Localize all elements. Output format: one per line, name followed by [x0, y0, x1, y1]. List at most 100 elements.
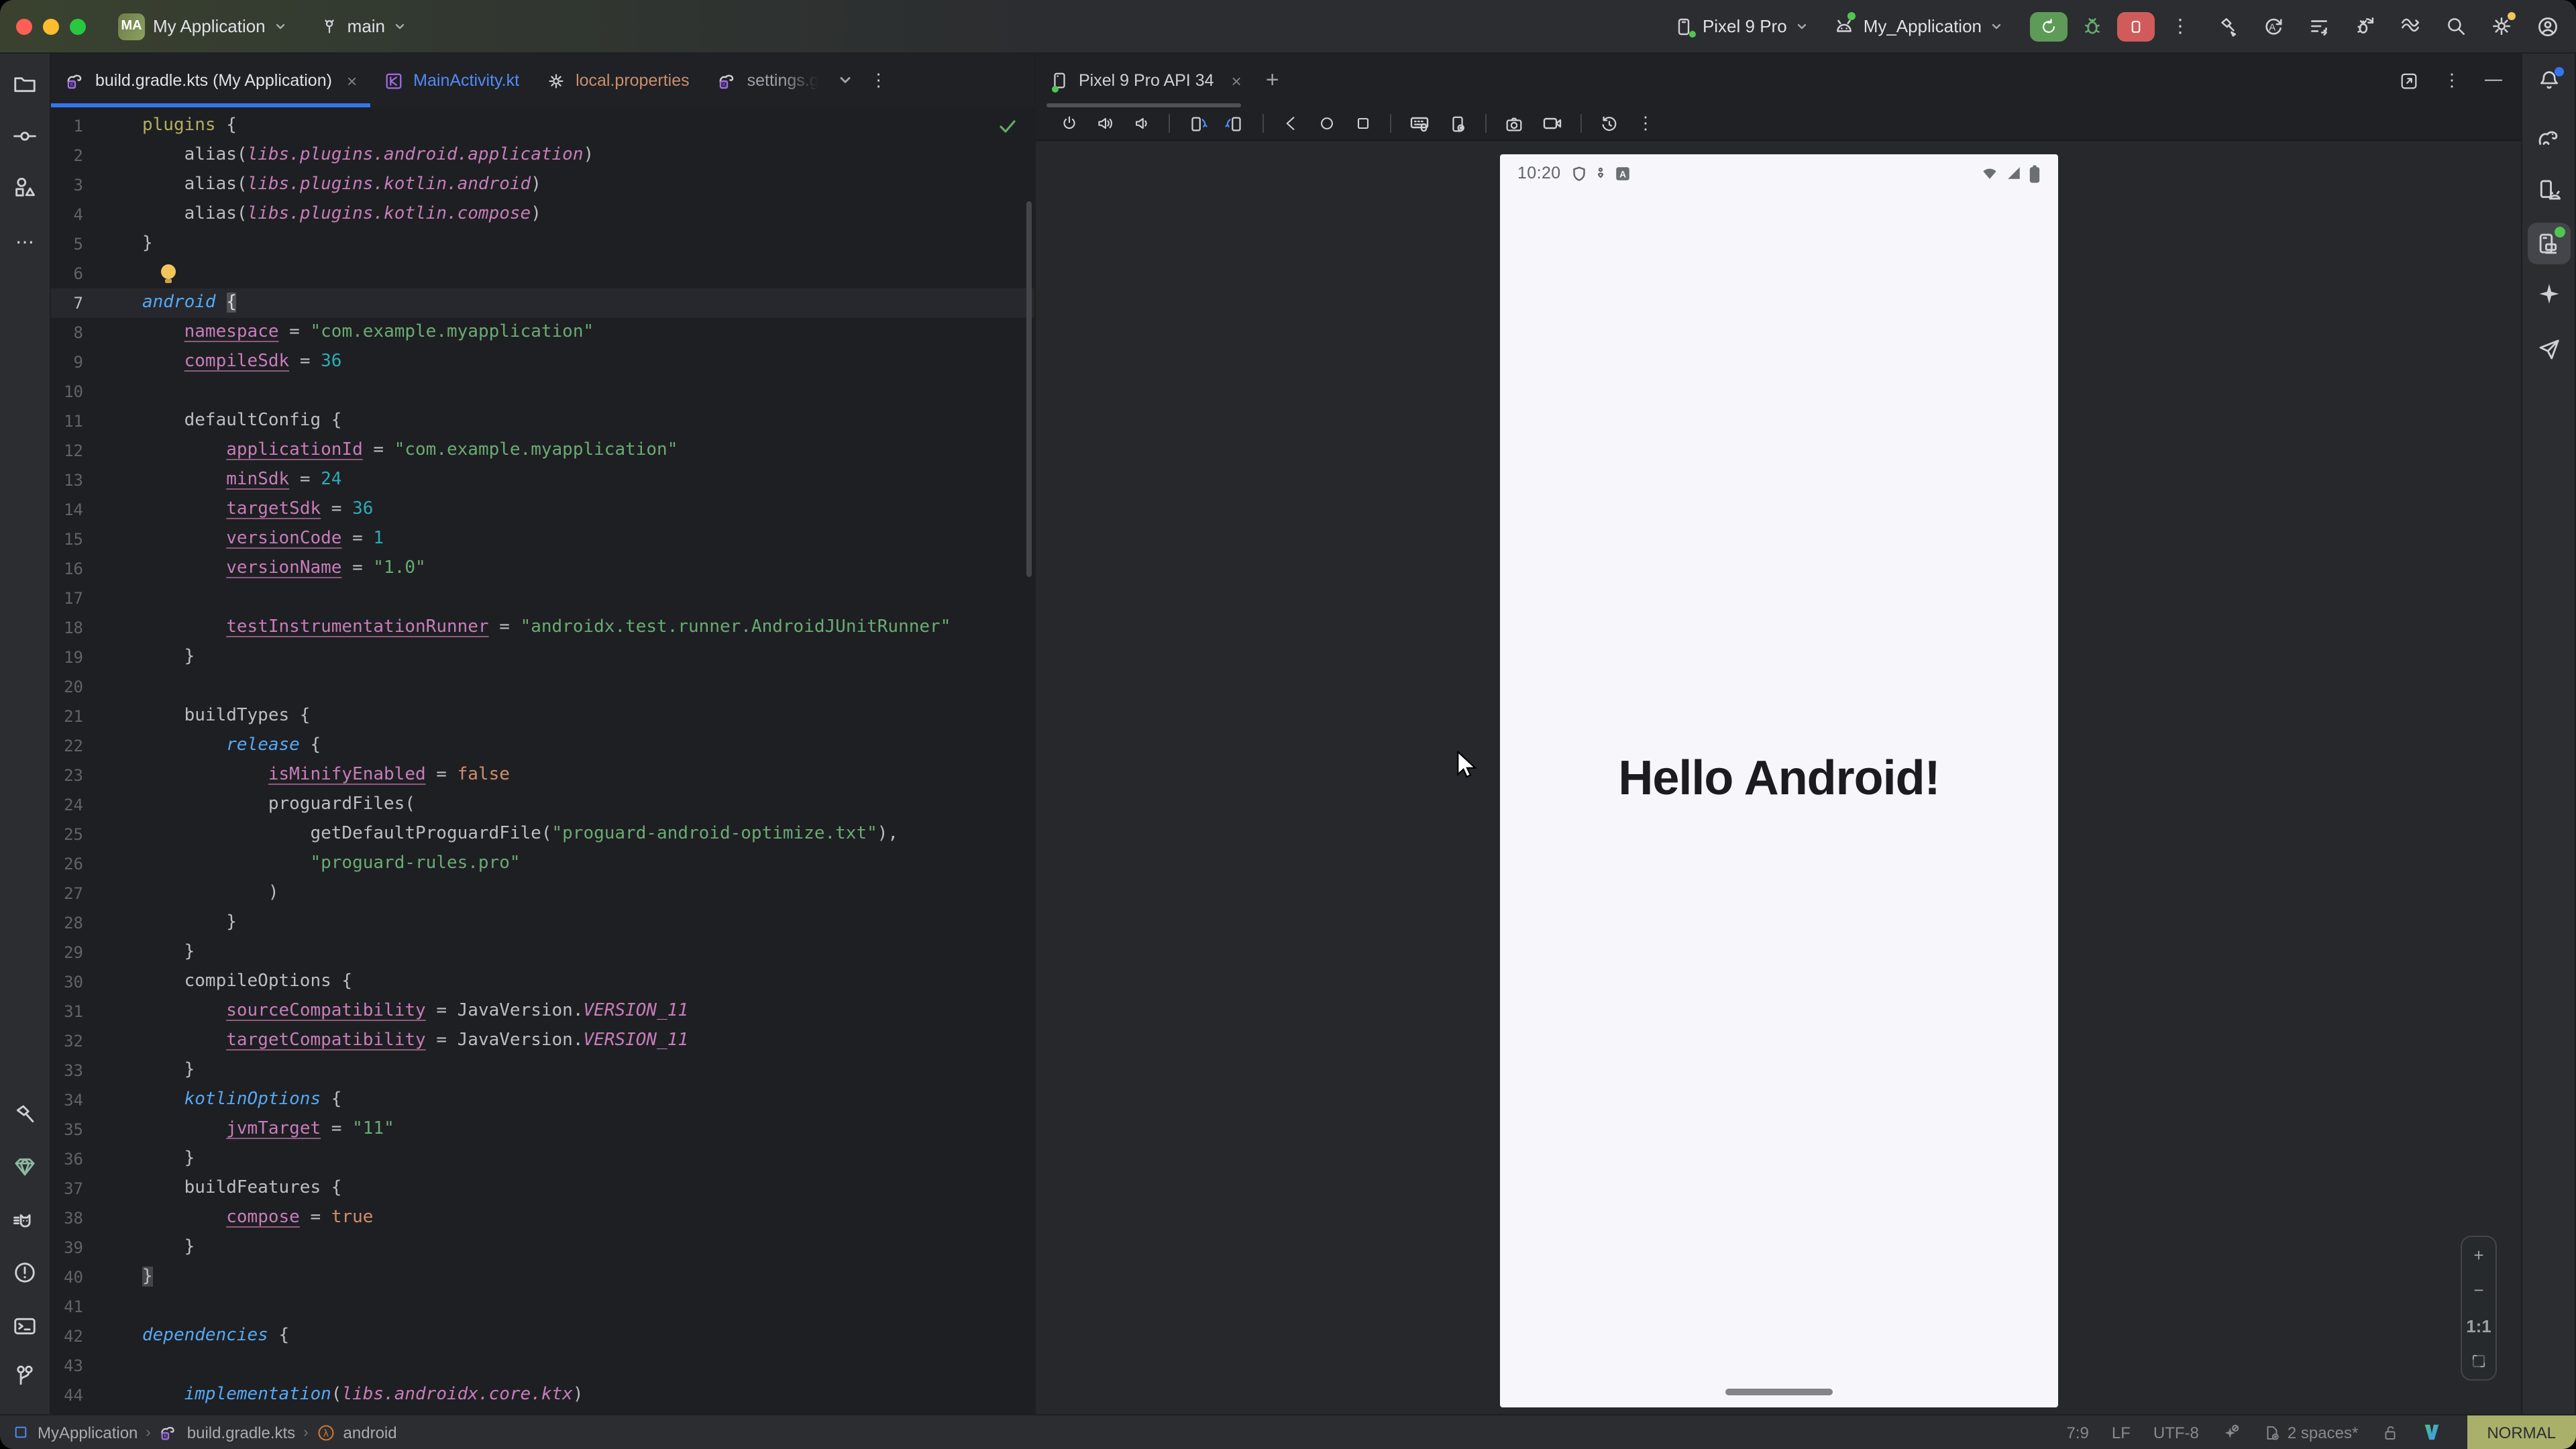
line-number[interactable]: 30 — [51, 967, 83, 997]
code-line[interactable]: 26 "proguard-rules.pro" — [51, 849, 1034, 879]
code-line[interactable]: 33 } — [51, 1056, 1034, 1085]
emulator-more-button[interactable]: ⋮ — [1637, 113, 1654, 134]
panel-options-button[interactable]: ⋮ — [2443, 70, 2461, 91]
code-line[interactable]: 7android { — [51, 288, 1034, 318]
code-line[interactable]: 37 buildFeatures { — [51, 1174, 1034, 1203]
run-tasks-button[interactable] — [2308, 15, 2330, 38]
code-line[interactable]: 9 compileSdk = 36 — [51, 347, 1034, 377]
screen-record-button[interactable] — [1542, 113, 1563, 134]
line-number[interactable]: 5 — [51, 229, 83, 259]
code-editor[interactable]: 1plugins {2 alias(libs.plugins.android.a… — [51, 107, 1034, 1414]
volume-up-button[interactable] — [1096, 114, 1115, 133]
line-number[interactable]: 15 — [51, 525, 83, 554]
more-run-options-button[interactable]: ⋮ — [2168, 15, 2192, 38]
line-number[interactable]: 38 — [51, 1203, 83, 1233]
line-number[interactable]: 32 — [51, 1026, 83, 1056]
editor-options-button[interactable]: ⋮ — [870, 70, 888, 91]
zoom-in-button[interactable]: + — [2473, 1246, 2483, 1264]
line-number[interactable]: 14 — [51, 495, 83, 525]
rotate-right-button[interactable] — [1225, 113, 1245, 133]
code-line[interactable]: 14 targetSdk = 36 — [51, 495, 1034, 525]
rerun-button[interactable] — [2030, 11, 2068, 41]
code-line[interactable]: 21 buildTypes { — [51, 702, 1034, 731]
caret-position[interactable]: 7:9 — [2067, 1423, 2089, 1442]
line-number[interactable]: 11 — [51, 407, 83, 436]
more-tool-windows-button[interactable]: ⋯ — [0, 231, 50, 254]
line-number[interactable]: 27 — [51, 879, 83, 908]
file-encoding[interactable]: UTF-8 — [2153, 1423, 2199, 1442]
problems-tool-button[interactable] — [0, 1260, 50, 1285]
build-tool-button[interactable] — [0, 1102, 50, 1127]
account-button[interactable] — [2536, 14, 2560, 38]
commit-tool-button[interactable] — [0, 123, 50, 149]
line-number[interactable]: 43 — [51, 1351, 83, 1381]
line-number[interactable]: 20 — [51, 672, 83, 702]
app-quality-insights-tool-button[interactable] — [0, 1154, 50, 1179]
line-number[interactable]: 3 — [51, 170, 83, 200]
line-number[interactable]: 17 — [51, 584, 83, 613]
line-number[interactable]: 44 — [51, 1381, 83, 1410]
close-tab-icon[interactable]: × — [347, 70, 357, 91]
line-number[interactable]: 19 — [51, 643, 83, 672]
settings-button[interactable] — [2490, 15, 2513, 38]
debug-button[interactable] — [2081, 15, 2104, 38]
overview-button[interactable] — [1354, 114, 1373, 133]
tab-list-chevron-icon[interactable] — [838, 72, 854, 89]
notifications-button[interactable] — [2522, 68, 2575, 93]
sparkle-off-icon[interactable] — [2222, 1423, 2241, 1442]
stop-button[interactable] — [2117, 11, 2155, 41]
open-in-window-icon[interactable] — [2399, 70, 2419, 91]
line-number[interactable]: 37 — [51, 1174, 83, 1203]
line-number[interactable]: 9 — [51, 347, 83, 377]
code-line[interactable]: 18 testInstrumentationRunner = "androidx… — [51, 613, 1034, 643]
hide-panel-button[interactable]: — — [2485, 68, 2502, 88]
device-settings-button[interactable] — [1448, 113, 1468, 133]
breadcrumb-file[interactable]: build.gradle.kts — [187, 1423, 295, 1442]
code-line[interactable]: 35 jvmTarget = "11" — [51, 1115, 1034, 1144]
profiler-button[interactable] — [2399, 15, 2422, 38]
code-line[interactable]: 28 } — [51, 908, 1034, 938]
tab-build-gradle[interactable]: K build.gradle.kts (My Application) × — [51, 54, 370, 107]
screenshot-button[interactable] — [1504, 113, 1524, 133]
line-number[interactable]: 35 — [51, 1115, 83, 1144]
code-line[interactable]: 4 alias(libs.plugins.kotlin.compose) — [51, 200, 1034, 229]
code-line[interactable]: 3 alias(libs.plugins.kotlin.android) — [51, 170, 1034, 200]
volume-down-button[interactable] — [1132, 114, 1151, 133]
quickfix-lightbulb-icon[interactable] — [161, 264, 176, 279]
line-number[interactable]: 16 — [51, 554, 83, 584]
tab-settings-gradle[interactable]: K settings.g — [703, 54, 833, 107]
zoom-reset-button[interactable]: 1:1 — [2466, 1318, 2491, 1335]
home-button[interactable] — [1318, 114, 1336, 133]
breadcrumb-element[interactable]: android — [343, 1423, 397, 1442]
build-button[interactable] — [2216, 15, 2239, 38]
keyboard-input-button[interactable] — [1409, 113, 1430, 134]
branch-selector[interactable]: main — [319, 16, 407, 36]
device-manager-tool-button[interactable] — [2522, 177, 2575, 203]
line-number[interactable]: 8 — [51, 318, 83, 347]
back-button[interactable] — [1281, 114, 1300, 133]
sync-project-button[interactable]: A — [2262, 15, 2285, 38]
rotate-left-button[interactable] — [1187, 113, 1208, 133]
line-number[interactable]: 1 — [51, 111, 83, 141]
emulator-screen[interactable]: 10:20 A Hello Android! — [1500, 154, 2058, 1407]
line-number[interactable]: 7 — [51, 288, 83, 318]
code-line[interactable]: 22 release { — [51, 731, 1034, 761]
tab-local-properties[interactable]: local.properties — [533, 54, 703, 107]
running-devices-tool-button[interactable] — [2522, 231, 2575, 256]
indent-config[interactable]: 2 spaces* — [2263, 1423, 2358, 1442]
code-line[interactable]: 24 proguardFiles( — [51, 790, 1034, 820]
minimize-window-button[interactable] — [43, 18, 59, 34]
airplane-tool-button[interactable] — [2522, 337, 2575, 362]
run-configuration-selector[interactable]: My_Application — [1833, 15, 2003, 38]
inspections-ok-icon[interactable] — [998, 118, 1017, 134]
line-number[interactable]: 2 — [51, 141, 83, 170]
line-number[interactable]: 4 — [51, 200, 83, 229]
close-device-tab-icon[interactable]: × — [1232, 70, 1242, 91]
code-line[interactable]: 40} — [51, 1263, 1034, 1292]
version-control-tool-button[interactable] — [0, 1363, 50, 1389]
line-number[interactable]: 40 — [51, 1263, 83, 1292]
code-line[interactable]: 20 — [51, 672, 1034, 702]
code-line[interactable]: 36 } — [51, 1144, 1034, 1174]
zoom-out-button[interactable]: − — [2473, 1282, 2483, 1299]
line-number[interactable]: 28 — [51, 908, 83, 938]
